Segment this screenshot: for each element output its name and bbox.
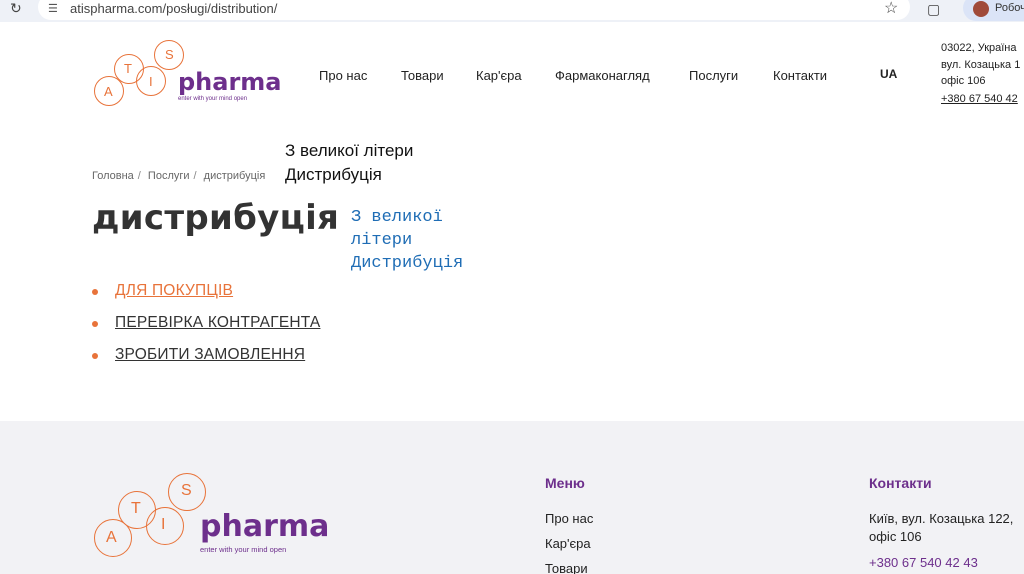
bullet-icon: [92, 353, 98, 359]
link-for-buyers[interactable]: ДЛЯ ПОКУПЦІВ: [115, 282, 233, 300]
logo-letter-i: I: [161, 516, 166, 533]
address-line: 03022, Україна: [941, 42, 1017, 54]
annotation-note-black: З великої літери Дистрибуція: [285, 139, 413, 187]
nav-about[interactable]: Про нас: [319, 68, 367, 83]
page-title: дистрибуція: [92, 198, 340, 238]
header-logo[interactable]: A T I S pharma enter with your mind open: [92, 38, 282, 112]
footer-contacts-heading: Контакти: [869, 475, 932, 491]
annotation-line: Дистрибуція: [285, 165, 382, 184]
language-switch[interactable]: UA: [880, 67, 897, 81]
logo-wordmark: pharma: [200, 509, 330, 544]
reload-icon[interactable]: ↻: [10, 0, 22, 16]
logo-wordmark: pharma: [178, 68, 282, 96]
breadcrumb-home[interactable]: Головна: [92, 170, 134, 182]
annotation-line: літери: [351, 231, 413, 250]
footer-menu-item[interactable]: Кар'єра: [545, 536, 591, 551]
header-phone-link[interactable]: +380 67 540 42: [941, 93, 1018, 105]
address-line: вул. Козацька 1: [941, 58, 1021, 71]
footer: A T I S pharma enter with your mind open…: [0, 421, 1024, 574]
footer-menu-item[interactable]: Товари: [545, 561, 588, 574]
link-place-order[interactable]: ЗРОБИТИ ЗАМОВЛЕННЯ: [115, 346, 305, 364]
nav-career[interactable]: Кар'єра: [476, 68, 522, 83]
bookmark-star-icon[interactable]: ☆: [884, 0, 898, 18]
nav-services[interactable]: Послуги: [689, 68, 738, 83]
breadcrumb-current: дистрибуція: [203, 170, 266, 182]
profile-name: Робоч: [995, 2, 1024, 14]
link-counterparty-check[interactable]: ПЕРЕВІРКА КОНТРАГЕНТА: [115, 314, 320, 332]
bullet-icon: [92, 289, 98, 295]
profile-chip[interactable]: Робоч: [963, 0, 1024, 21]
breadcrumb: Головна / Послуги / дистрибуція: [92, 170, 266, 182]
site-info-icon[interactable]: ☰: [48, 2, 58, 15]
extensions-icon[interactable]: ▢: [927, 1, 940, 18]
logo-letter-t: T: [124, 61, 132, 76]
logo-letter-a: A: [104, 84, 113, 99]
header-address: 03022, Україна вул. Козацька 1 офіс 106: [941, 40, 1020, 90]
logo-letter-i: I: [149, 74, 153, 89]
nav-products[interactable]: Товари: [401, 68, 444, 83]
logo-letter-a: A: [106, 529, 117, 546]
url-text[interactable]: atispharma.com/posługi/distribution/: [70, 1, 277, 16]
annotation-line: З великої літери: [285, 141, 414, 160]
nav-contacts[interactable]: Контакти: [773, 68, 827, 83]
footer-logo[interactable]: A T I S pharma enter with your mind open: [92, 471, 329, 563]
address-line: офіс 106: [941, 75, 986, 87]
annotation-line: З великої: [351, 208, 443, 227]
logo-letter-s: S: [181, 482, 192, 499]
breadcrumb-services[interactable]: Послуги: [148, 170, 190, 182]
logo-letter-t: T: [131, 500, 141, 517]
footer-menu-heading: Меню: [545, 475, 585, 491]
logo-tagline: enter with your mind open: [178, 96, 248, 102]
avatar: [973, 1, 989, 17]
logo-letter-s: S: [165, 47, 174, 62]
nav-pharmacovigilance[interactable]: Фармаконагляд: [555, 68, 650, 83]
annotation-note-blue: З великої літери Дистрибуція: [351, 206, 463, 275]
footer-address: Київ, вул. Козацька 122, офіс 106: [869, 511, 1014, 544]
browser-toolbar: ↻ ☰ atispharma.com/posługi/distribution/…: [0, 0, 1024, 22]
annotation-line: Дистрибуція: [351, 254, 464, 273]
bullet-icon: [92, 321, 98, 327]
footer-phone-link[interactable]: +380 67 540 42 43: [869, 555, 978, 570]
address-bar[interactable]: ☰ atispharma.com/posługi/distribution/ ☆: [38, 0, 910, 20]
logo-tagline: enter with your mind open: [200, 545, 287, 554]
footer-menu-item[interactable]: Про нас: [545, 511, 593, 526]
